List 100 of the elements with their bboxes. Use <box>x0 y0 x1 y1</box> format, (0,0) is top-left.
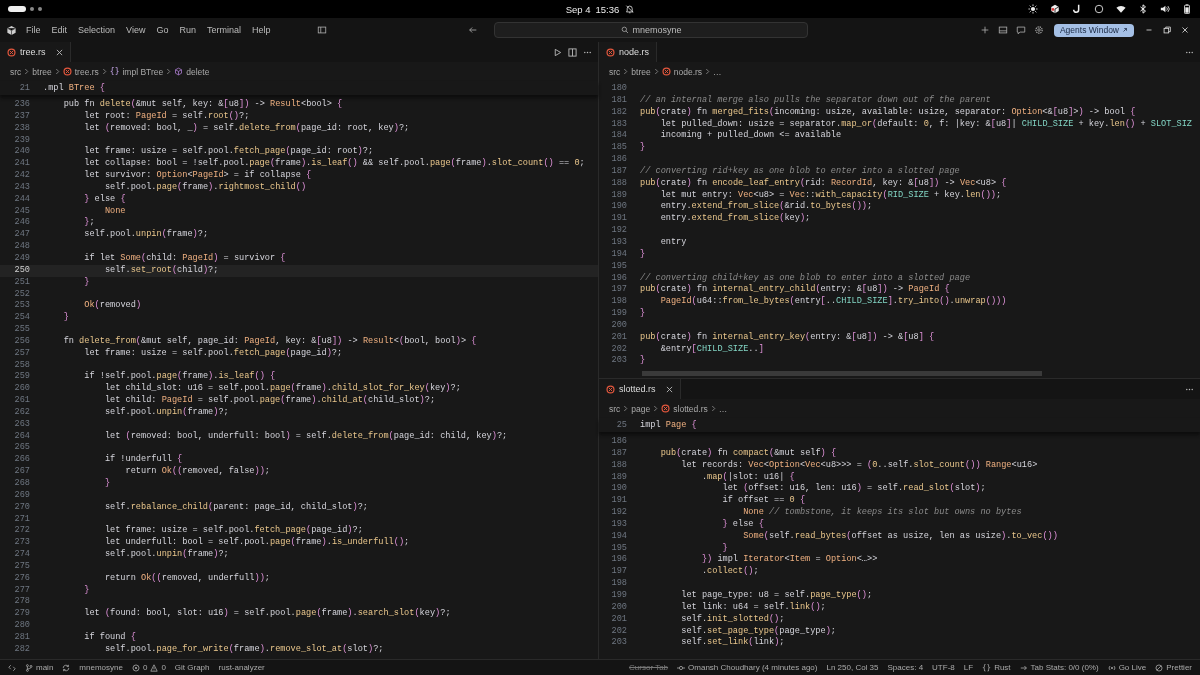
cursor-tab-status[interactable]: Cursor Tab <box>629 663 669 672</box>
menu-item[interactable]: Go <box>156 25 169 35</box>
line-number: 186 <box>610 436 628 448</box>
breadcrumb-item[interactable]: src <box>609 66 621 77</box>
breadcrumb-item[interactable]: delete <box>186 66 210 77</box>
agents-window-button[interactable]: Agents Window <box>1053 23 1134 37</box>
code-line: }) impl Iterator<Item = Option<…>> <box>700 554 878 566</box>
menu-item[interactable]: Run <box>179 25 196 35</box>
editor-tab[interactable]: slotted.rs <box>599 379 681 399</box>
code-line: } <box>83 276 90 289</box>
breadcrumb-item[interactable]: slotted.rs <box>673 403 708 414</box>
breadcrumb-item[interactable]: src <box>10 66 22 77</box>
plus-icon[interactable] <box>979 25 990 35</box>
restore-icon[interactable] <box>1162 25 1172 35</box>
tab-label: tree.rs <box>20 47 46 57</box>
volume-icon[interactable] <box>1160 4 1170 14</box>
settings-icon[interactable] <box>1033 25 1044 35</box>
workspace-dot[interactable] <box>38 7 42 11</box>
line-number: 194 <box>610 248 628 261</box>
line-number: 240 <box>13 146 31 159</box>
layout-icon[interactable] <box>317 25 328 35</box>
breadcrumb-item[interactable]: src <box>609 403 621 414</box>
code-line: .collect(); <box>700 566 759 579</box>
commit-icon <box>677 663 686 672</box>
breadcrumb-item[interactable]: btree <box>631 66 651 77</box>
status-item[interactable]: LF <box>963 663 974 672</box>
line-number: 268 <box>13 478 31 490</box>
code-line: }; <box>83 217 95 229</box>
status-item[interactable]: Git Graph <box>174 663 210 672</box>
status-item[interactable]: UTF-8 <box>932 663 955 672</box>
menu-item[interactable]: View <box>126 25 146 35</box>
menu-item[interactable]: File <box>26 25 41 35</box>
remote-icon[interactable] <box>8 663 16 672</box>
search-field[interactable]: mnemosyne <box>494 22 809 38</box>
prettier-status[interactable]: Prettier <box>1155 663 1192 672</box>
split-editor-icon[interactable] <box>568 47 577 57</box>
line-number: 195 <box>610 260 628 273</box>
breadcrumb-item[interactable]: node.rs <box>673 66 703 77</box>
line-number: 185 <box>610 142 628 155</box>
line-number: 187 <box>610 447 628 460</box>
circle-icon[interactable] <box>1094 4 1104 14</box>
horizontal-scrollbar[interactable] <box>642 371 1042 376</box>
breadcrumb-item[interactable]: tree.rs <box>74 66 99 77</box>
breadcrumb-item[interactable]: btree <box>32 66 52 77</box>
code-line: Some(self.read_bytes(offset as usize, len as usize).to_vec()) <box>742 530 1058 543</box>
external-link-icon <box>1122 27 1128 33</box>
code-line: // converting rid+key as one blob to enter into a slotted page <box>640 165 960 178</box>
breadcrumb-item[interactable]: … <box>718 403 728 414</box>
battery-icon[interactable] <box>1182 4 1192 14</box>
activities-indicator[interactable] <box>8 6 26 12</box>
code-line: self.pool.unpin(frame)?; <box>103 549 229 561</box>
status-item[interactable]: rust-analyzer <box>218 663 265 672</box>
breadcrumb-item[interactable]: … <box>713 66 722 77</box>
code-line: entry.extend_from_slice(&rid.to_bytes()); <box>659 201 873 213</box>
status-item[interactable]: Ln 250, Col 35 <box>826 663 879 672</box>
clock-time[interactable]: 15:36 <box>595 3 620 15</box>
close-icon[interactable] <box>1180 25 1190 35</box>
line-number: 188 <box>610 459 628 472</box>
code-line: let pulled_down: usize = separator.map_or(default: 0, f: |key: &[u8]| CHILD_SIZE + key.len() + SLOT_SIZ <box>659 118 1192 130</box>
line-number: 202 <box>610 343 628 356</box>
editor-tab[interactable]: tree.rs <box>0 42 71 62</box>
menu-item[interactable]: Selection <box>78 25 116 35</box>
clock-date[interactable]: Sep 4 <box>565 3 591 15</box>
line-number: 252 <box>13 288 31 301</box>
code-line: let collapse: bool = !self.pool.page(frame).is_leaf() && self.pool.page(frame).slot_count() == 0; <box>83 158 585 170</box>
package-icon[interactable] <box>1050 4 1060 14</box>
editor-tab[interactable]: node.rs <box>599 42 658 62</box>
chat-icon[interactable] <box>1015 25 1026 35</box>
branch-icon <box>25 663 33 672</box>
code-line: } <box>640 142 646 155</box>
menu-item[interactable]: Edit <box>51 25 68 35</box>
sun-icon[interactable] <box>1028 4 1038 14</box>
line-number: 258 <box>13 359 31 372</box>
close-icon[interactable] <box>55 48 63 56</box>
status-item[interactable]: Spaces: 4 <box>887 663 924 672</box>
go-live-button[interactable]: Go Live <box>1107 663 1147 672</box>
menu-item[interactable]: Terminal <box>206 25 241 35</box>
line-number: 247 <box>13 229 31 242</box>
problems-indicator[interactable]: 0 0 <box>131 663 166 672</box>
tab-stats-status[interactable]: Tab Stats: 0/0 (0%) <box>1019 663 1099 672</box>
app-logo-icon[interactable] <box>6 24 17 36</box>
menu-item[interactable]: Help <box>251 25 271 35</box>
hook-icon[interactable] <box>1072 4 1082 14</box>
back-arrow-icon[interactable] <box>468 25 479 35</box>
close-icon[interactable] <box>665 385 673 393</box>
workspace-dot[interactable] <box>30 7 34 11</box>
branch-indicator[interactable]: main <box>25 663 54 672</box>
status-item[interactable]: mnemosyne <box>79 663 123 672</box>
bluetooth-icon[interactable] <box>1138 4 1148 14</box>
line-number: 197 <box>610 284 628 297</box>
sync-icon[interactable] <box>62 663 71 672</box>
panel-icon[interactable] <box>997 25 1008 35</box>
breadcrumb-item[interactable]: impl BTree <box>122 66 164 77</box>
git-blame-status[interactable]: Omansh Choudhary (4 minutes ago) <box>677 663 818 672</box>
wifi-icon[interactable] <box>1116 4 1126 14</box>
code-line: let frame: usize = self.pool.fetch_page(page_id: root)?; <box>83 146 374 158</box>
breadcrumb-item[interactable]: page <box>631 403 651 414</box>
bell-off-icon[interactable] <box>624 4 635 14</box>
line-number: 199 <box>610 589 628 602</box>
run-icon[interactable] <box>553 47 562 57</box>
